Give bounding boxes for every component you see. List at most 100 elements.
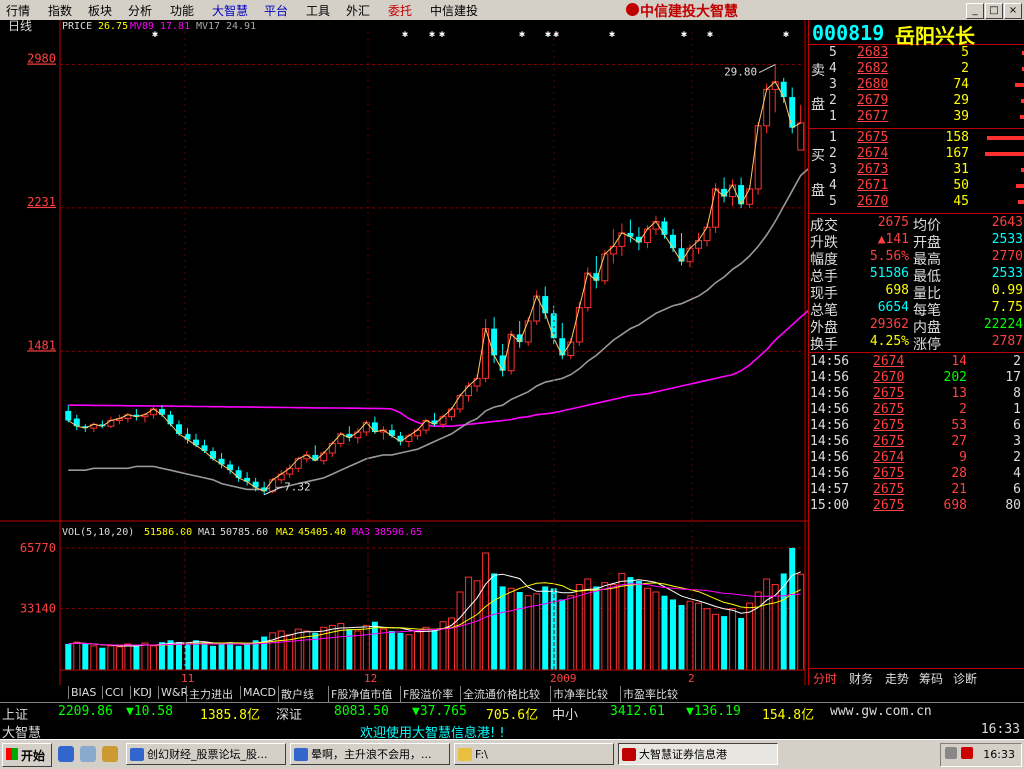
- volume-bar: [542, 586, 549, 670]
- trade-volume: 28: [951, 466, 967, 481]
- side-tab-2[interactable]: 走势: [885, 670, 909, 687]
- task-post[interactable]: 晕啊，主升浪不会用，...: [290, 743, 450, 765]
- volume-bar: [269, 632, 277, 671]
- ma89-legend-value: 17.81: [160, 21, 190, 32]
- menu-item-sector[interactable]: 板块: [88, 2, 112, 19]
- bid-volume-bar: [985, 152, 1024, 156]
- menu-item-platform[interactable]: 平台: [264, 2, 288, 19]
- browser-icon[interactable]: [58, 746, 74, 762]
- indicator-tab[interactable]: W&R: [158, 686, 188, 699]
- indicator-tab[interactable]: KDJ: [130, 686, 152, 699]
- indicator-tab[interactable]: 市盈率比较: [620, 686, 678, 702]
- chart-background: [0, 20, 808, 685]
- trade-count: 2: [1013, 450, 1021, 465]
- side-tabs: 分时 财务 走势 筹码 诊断: [809, 668, 1024, 687]
- candle-body: [235, 470, 242, 478]
- volume-bar: [678, 605, 685, 670]
- candle-body: [780, 81, 787, 98]
- indicator-tab[interactable]: 市净率比较: [550, 686, 608, 702]
- desktop-icon[interactable]: [80, 746, 96, 762]
- indicator-tab[interactable]: CCI: [102, 686, 124, 699]
- start-button[interactable]: 开始: [2, 743, 52, 767]
- network-icon[interactable]: [961, 747, 973, 759]
- stat-value: 698: [885, 283, 909, 298]
- candle-body: [754, 125, 762, 190]
- candle-body: [456, 395, 464, 410]
- trade-count: 3: [1013, 434, 1021, 449]
- menu-item-trade[interactable]: 委托: [388, 2, 412, 19]
- indicator-tab[interactable]: MACD: [240, 686, 276, 699]
- minimize-button[interactable]: _: [966, 3, 984, 19]
- ask-volume: 29: [953, 93, 969, 108]
- website-url[interactable]: www.gw.com.cn: [830, 704, 932, 719]
- bid-price: 2673: [857, 162, 889, 177]
- chart-area[interactable]: 日线 PRICE 26.75 MV89 17.81 MV17 24.91 2980 2231 14…: [0, 20, 808, 685]
- menu-item-index[interactable]: 指数: [48, 2, 72, 19]
- maximize-button[interactable]: □: [985, 3, 1003, 19]
- menu-item-broker[interactable]: 中信建投: [430, 2, 478, 19]
- ask-volume-bar: [1020, 115, 1024, 119]
- side-tab-4[interactable]: 诊断: [953, 670, 977, 687]
- price-tick-label: 1481: [27, 338, 56, 352]
- task-forum[interactable]: 创幻财经_股票论坛_股...: [126, 743, 286, 765]
- volume-bar: [252, 640, 259, 670]
- candle-body: [439, 416, 447, 425]
- menu-item-analysis[interactable]: 分析: [128, 2, 152, 19]
- indicator-tab[interactable]: F股溢价率: [400, 686, 453, 702]
- volume-bar: [115, 646, 123, 671]
- side-tab-0[interactable]: 分时: [813, 670, 837, 687]
- menu-item-quotes[interactable]: 行情: [6, 2, 30, 19]
- volume-bar: [789, 547, 796, 670]
- trade-row: 14:56 2675 2 1: [809, 402, 1024, 418]
- volume-bar: [670, 599, 676, 670]
- trade-price: 2675: [873, 418, 905, 433]
- stat-label: 换手: [810, 337, 838, 353]
- stat-row: 现手 698 量比 0.99: [809, 283, 1024, 302]
- indicator-tab[interactable]: 主力进出: [186, 686, 233, 702]
- volume-bar: [661, 595, 668, 670]
- volume-bar: [516, 592, 523, 670]
- stat-row: 换手 4.25% 涨停 2787: [809, 334, 1024, 353]
- volume-bar: [90, 645, 98, 671]
- indicator-tab[interactable]: F股净值市值: [328, 686, 392, 702]
- indicator-tab[interactable]: 全流通价格比较: [460, 686, 540, 702]
- side-tab-3[interactable]: 筹码: [919, 670, 943, 687]
- indicator-tab[interactable]: BIAS: [68, 686, 96, 699]
- media-icon[interactable]: [102, 746, 118, 762]
- event-marker-icon: ✱: [519, 29, 525, 40]
- bid-row: 3 2673 31: [809, 162, 1024, 178]
- trade-volume: 2: [959, 402, 967, 417]
- ask-level: 1: [829, 109, 837, 124]
- volume-bar: [201, 642, 208, 670]
- browser-icon: [294, 748, 308, 761]
- volume-bar: [575, 584, 583, 671]
- x-tick-label: 2: [688, 672, 695, 685]
- menu-item-dzh[interactable]: 大智慧: [212, 2, 248, 19]
- bid-row: 4 2671 50: [809, 178, 1024, 194]
- volume-icon[interactable]: [945, 747, 957, 759]
- bid-side-label: 买: [811, 148, 825, 164]
- candle-body: [65, 410, 72, 421]
- menu-item-forex[interactable]: 外汇: [346, 2, 370, 19]
- volume-bar: [397, 632, 404, 670]
- volume-bar: [65, 644, 72, 670]
- menu-item-function[interactable]: 功能: [170, 2, 194, 19]
- trade-count: 6: [1013, 482, 1021, 497]
- task-dzh[interactable]: 大智慧证券信息港: [618, 743, 778, 765]
- task-folder[interactable]: F:\: [454, 743, 614, 765]
- trade-count: 6: [1013, 418, 1021, 433]
- candle-body: [575, 307, 583, 343]
- trade-row: 14:57 2675 21 6: [809, 482, 1024, 498]
- sh-change: ▼10.58: [126, 704, 173, 719]
- volume-bar: [141, 642, 149, 671]
- low-annotation: 7.32: [284, 481, 311, 494]
- kline-chart[interactable]: 日线 PRICE 26.75 MV89 17.81 MV17 24.91 2980 2231 14…: [0, 20, 808, 685]
- indicator-tab[interactable]: 散户线: [278, 686, 314, 702]
- ask-level: 2: [829, 93, 837, 108]
- menu-item-tools[interactable]: 工具: [306, 2, 330, 19]
- stat-value: 51586: [869, 266, 909, 281]
- trade-price: 2675: [873, 402, 905, 417]
- volume-bar: [729, 608, 737, 671]
- close-button[interactable]: ×: [1004, 3, 1022, 19]
- side-tab-1[interactable]: 财务: [849, 670, 873, 687]
